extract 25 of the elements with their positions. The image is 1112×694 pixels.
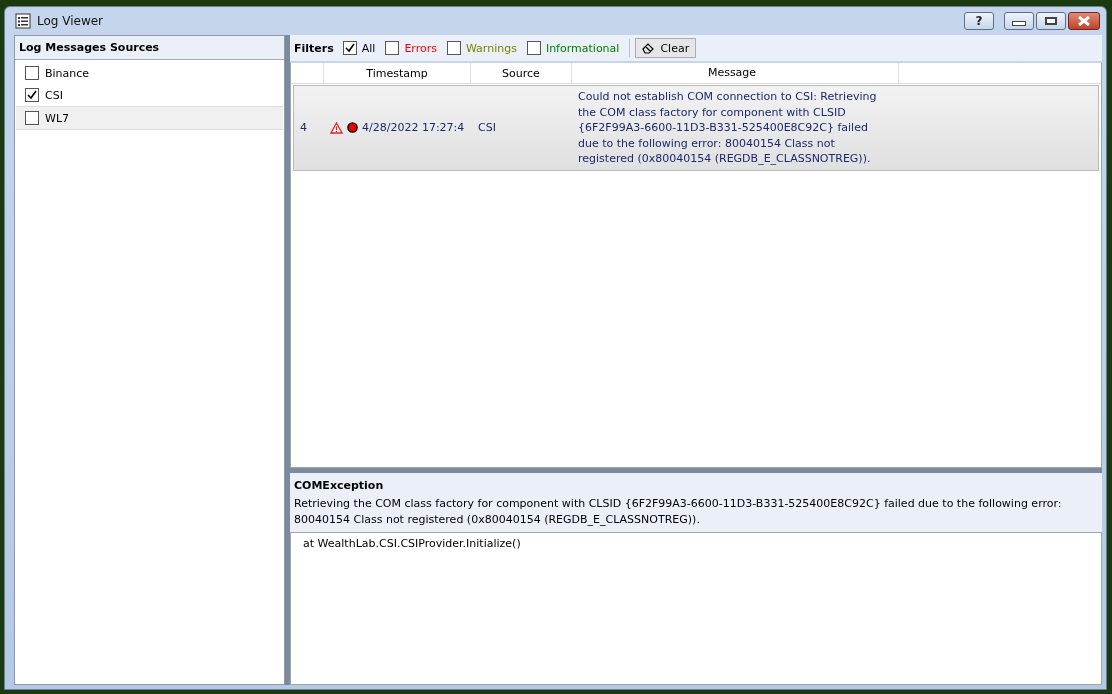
column-header[interactable]: Timestamp (324, 63, 471, 83)
source-label: WL7 (45, 111, 69, 125)
filter-label: Informational (545, 41, 620, 55)
exception-message: Retrieving the COM class factory for component with CLSID {6F2F99A3-6600-11D3-B331-525400E8C92C} failed due to the following error: 80040154 Class not registered (0x80040154 (REGDB_E_CLASSNOTREG)). (294, 496, 1063, 528)
table-cell: 4/28/2022 17:27:4 (362, 121, 465, 135)
clear-button[interactable]: Clear (635, 38, 697, 58)
filter-label: Errors (404, 41, 437, 55)
source-item[interactable]: WL7 (16, 106, 283, 130)
stack-trace: at WealthLab.CSI.CSIProvider.Initialize() (303, 537, 521, 550)
source-item[interactable]: CSI (16, 84, 283, 106)
table-cell: 4 (300, 121, 307, 135)
filter-label: All (361, 41, 376, 55)
column-header[interactable]: Source (471, 63, 572, 83)
table-cell: CSI (478, 121, 496, 135)
panel-title: Log Messages Sources (15, 36, 284, 60)
help-button[interactable]: ? (964, 12, 994, 30)
source-item[interactable]: Binance (16, 62, 283, 84)
filter-label: Warnings (465, 41, 517, 55)
window-title: Log Viewer (37, 14, 105, 28)
source-label: CSI (45, 88, 63, 102)
column-header[interactable]: Message (572, 63, 899, 83)
table-cell: Could not establish COM connection to CSI: Retrieving the COM class factory for component with CLSID {6F2F99A3-6600-11D3-B331-525400E8C92C} failed due to the following error: 80040154 Class not registered (0x80040154 (REGDB_E_CLASSNOTREG)). (578, 90, 877, 165)
exception-title: COMException (294, 479, 385, 492)
source-label: Binance (45, 66, 90, 80)
filters-label: Filters (294, 41, 334, 55)
